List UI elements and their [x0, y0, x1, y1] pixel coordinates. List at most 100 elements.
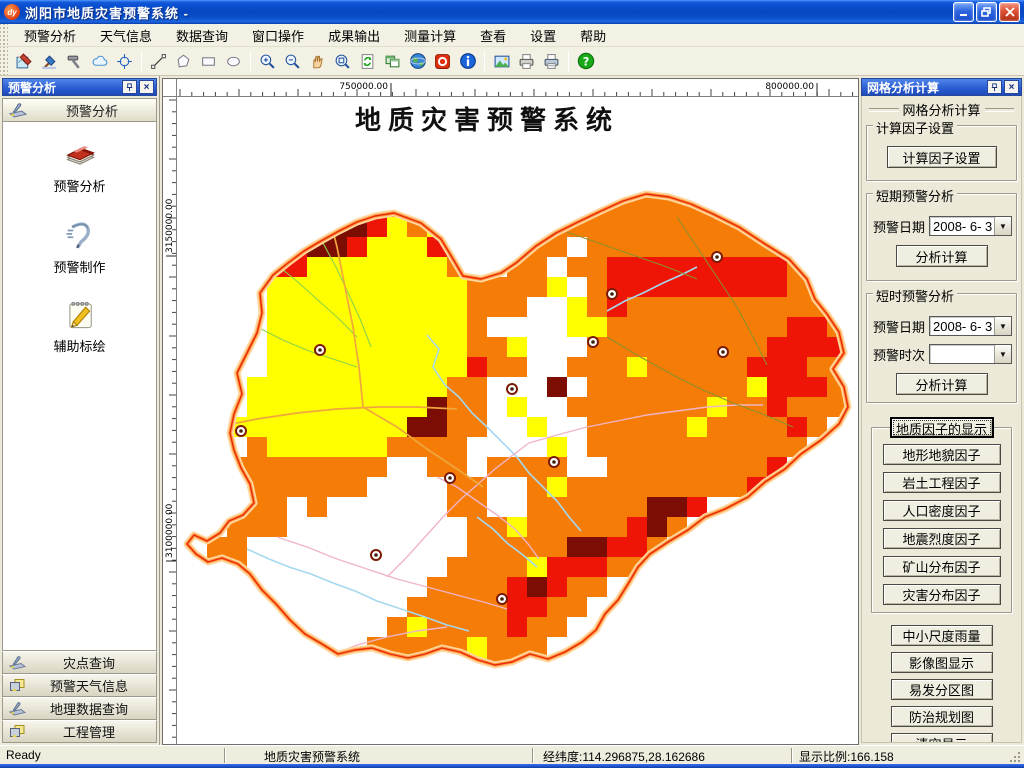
- disaster-factor-button[interactable]: 灾害分布因子: [882, 584, 1001, 605]
- status-separator: [532, 748, 534, 763]
- stamp-icon: [9, 656, 26, 670]
- status-separator: [224, 748, 226, 763]
- app-logo-icon: dy: [4, 4, 20, 20]
- print-icon[interactable]: [514, 49, 539, 73]
- title-bar: dy 浏阳市地质灾害预警系统 -: [0, 0, 1024, 24]
- warning-date-value: 2008- 6- 3: [933, 319, 993, 334]
- polygon-tool-icon[interactable]: [171, 49, 196, 73]
- minimize-button[interactable]: [953, 2, 974, 22]
- menu-view[interactable]: 查看: [468, 23, 518, 48]
- warning-date-combo[interactable]: 2008- 6- 3 ▼: [929, 216, 1012, 236]
- terrain-factor-button[interactable]: 地形地貌因子: [882, 444, 1001, 465]
- warning-time-combo[interactable]: ▼: [929, 344, 1012, 364]
- hammer-icon[interactable]: [62, 49, 87, 73]
- pan-hand-icon[interactable]: [305, 49, 330, 73]
- print-preview-icon[interactable]: [539, 49, 564, 73]
- analysis-calc-button[interactable]: 分析计算: [895, 245, 988, 267]
- menu-window-ops[interactable]: 窗口操作: [240, 23, 316, 48]
- close-icon[interactable]: ×: [139, 80, 154, 94]
- globe-icon[interactable]: [405, 49, 430, 73]
- zoom-out-icon[interactable]: [280, 49, 305, 73]
- color-fill-icon[interactable]: [37, 49, 62, 73]
- menu-grip[interactable]: [0, 24, 8, 46]
- seismic-factor-button[interactable]: 地震烈度因子: [882, 528, 1001, 549]
- window-controls: [953, 2, 1024, 22]
- warning-date-combo[interactable]: 2008- 6- 3 ▼: [929, 316, 1012, 336]
- horizontal-ruler: 750000.00 800000.00: [177, 79, 858, 97]
- rectangle-tool-icon[interactable]: [196, 49, 221, 73]
- map-frame: 750000.00 800000.00 3150000.00 3100000.00 …: [162, 78, 859, 745]
- restore-button[interactable]: [976, 2, 997, 22]
- stop-icon[interactable]: [430, 49, 455, 73]
- tool-label: 预警分析: [53, 179, 106, 194]
- menu-weather-info[interactable]: 天气信息: [88, 23, 164, 48]
- menu-help[interactable]: 帮助: [568, 23, 618, 48]
- toolbar-grip[interactable]: [0, 47, 8, 75]
- population-factor-button[interactable]: 人口密度因子: [882, 500, 1001, 521]
- image-display-button[interactable]: 影像图显示: [890, 652, 993, 673]
- map-title: 地质灾害预警系统: [355, 105, 619, 136]
- tool-auxiliary-plotting[interactable]: 辅助标绘: [3, 296, 156, 355]
- calc-factor-settings-button[interactable]: 计算因子设置: [886, 146, 997, 168]
- cascade-windows-icon[interactable]: [380, 49, 405, 73]
- center-target-icon[interactable]: [112, 49, 137, 73]
- layers-icon: [10, 725, 25, 737]
- pen-icon: [66, 222, 90, 249]
- tool-warning-production[interactable]: 预警制作: [3, 217, 156, 276]
- pin-icon[interactable]: [987, 80, 1002, 94]
- section-project-management[interactable]: 工程管理: [2, 720, 157, 743]
- close-button[interactable]: [999, 2, 1020, 22]
- help-icon[interactable]: ?: [573, 49, 598, 73]
- edit-map-icon[interactable]: [12, 49, 37, 73]
- toolbar-separator: [484, 51, 485, 71]
- status-scale: 显示比例:166.158: [799, 750, 894, 764]
- menu-data-query[interactable]: 数据查询: [164, 23, 240, 48]
- toolbar: ?: [0, 47, 1024, 76]
- chevron-down-icon[interactable]: ▼: [994, 345, 1011, 363]
- analysis-calc-button[interactable]: 分析计算: [895, 373, 988, 395]
- tool-warning-analysis[interactable]: 预警分析: [3, 136, 156, 195]
- zoom-extent-icon[interactable]: [330, 49, 355, 73]
- rainfall-scale-button[interactable]: 中小尺度雨量: [890, 625, 993, 646]
- section-label: 灾点查询: [62, 656, 115, 671]
- geo-factor-display-button[interactable]: 地质因子的显示: [889, 417, 994, 438]
- left-panel-header[interactable]: 预警分析: [2, 98, 157, 122]
- immediate-warning-group: 短时预警分析 预警日期 2008- 6- 3 ▼ 预警时次 ▼ 分析计算: [866, 286, 1017, 403]
- geotech-factor-button[interactable]: 岩土工程因子: [882, 472, 1001, 493]
- section-warning-weather-info[interactable]: 预警天气信息: [2, 674, 157, 697]
- resize-grip[interactable]: [1009, 751, 1022, 764]
- chevron-down-icon[interactable]: ▼: [994, 317, 1011, 335]
- line-tool-icon[interactable]: [146, 49, 171, 73]
- map-canvas[interactable]: 地质灾害预警系统: [177, 97, 858, 744]
- pin-icon[interactable]: [122, 80, 137, 94]
- refresh-view-icon[interactable]: [355, 49, 380, 73]
- ruler-corner: [163, 79, 177, 97]
- mine-factor-button[interactable]: 矿山分布因子: [882, 556, 1001, 577]
- menu-settings[interactable]: 设置: [518, 23, 568, 48]
- info-icon[interactable]: [455, 49, 480, 73]
- left-panel-content: 预警分析 预警制作 辅助标绘: [2, 122, 157, 651]
- menu-result-output[interactable]: 成果输出: [316, 23, 392, 48]
- ellipse-tool-icon[interactable]: [221, 49, 246, 73]
- toolbar-separator: [141, 51, 142, 71]
- prevention-plan-button[interactable]: 防治规划图: [890, 706, 993, 727]
- application-window: dy 浏阳市地质灾害预警系统 - 预警分析 天气信息 数据查询 窗口操作 成果输…: [0, 0, 1024, 768]
- zoom-in-icon[interactable]: [255, 49, 280, 73]
- menu-measure-calc[interactable]: 测量计算: [392, 23, 468, 48]
- susceptibility-zone-button[interactable]: 易发分区图: [890, 679, 993, 700]
- left-panel-title: 预警分析: [8, 80, 57, 95]
- main-area: 预警分析 × 预警分析 预警分析 预警制作 辅助标绘 灾点查询 预警天气信息 地…: [0, 76, 1024, 745]
- section-geo-data-query[interactable]: 地理数据查询: [2, 697, 157, 720]
- layers-icon: [10, 679, 25, 691]
- clear-display-button[interactable]: 清空显示: [890, 733, 993, 742]
- close-icon[interactable]: ×: [1004, 80, 1019, 94]
- status-ready: Ready: [6, 748, 41, 762]
- cloud-icon[interactable]: [87, 49, 112, 73]
- section-disaster-point-query[interactable]: 灾点查询: [2, 651, 157, 674]
- right-panel-title: 网格分析计算: [867, 80, 940, 95]
- chevron-down-icon[interactable]: ▼: [994, 217, 1011, 235]
- map-panel: 750000.00 800000.00 3150000.00 3100000.00 …: [160, 76, 859, 745]
- menu-warning-analysis[interactable]: 预警分析: [12, 23, 88, 48]
- right-panel-title-bar: 网格分析计算 ×: [861, 78, 1022, 96]
- map-image-icon[interactable]: [489, 49, 514, 73]
